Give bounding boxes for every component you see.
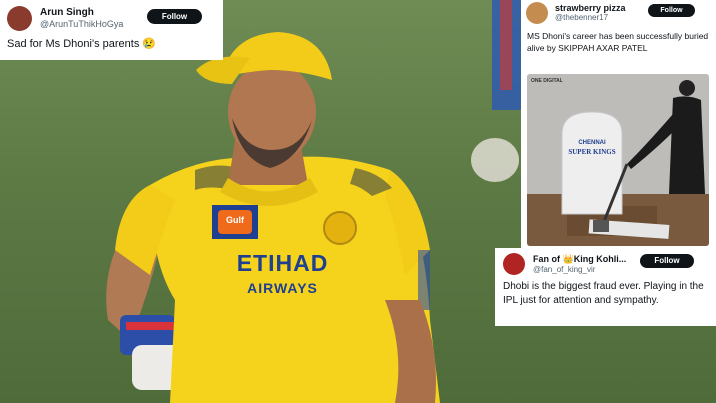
jersey-badge: Gulf — [226, 215, 244, 225]
tweet-media-image[interactable]: ONE DIGITAL CHENNAI SUPER KINGS — [527, 74, 709, 246]
tweet-card-arun-singh: Arun Singh @ArunTuThikHoGya Follow Sad f… — [0, 0, 223, 60]
tombstone-line1: CHENNAI — [578, 140, 606, 146]
tweet-text: Sad for Ms Dhoni's parents 😢 — [7, 38, 157, 50]
jersey-sponsor-main: ETIHAD — [236, 250, 329, 276]
follow-button[interactable]: Follow — [648, 4, 695, 17]
tweet-text: Dhobi is the biggest fraud ever. Playing… — [503, 281, 704, 306]
follow-button[interactable]: Follow — [640, 254, 694, 268]
jersey-sponsor-sub: AIRWAYS — [247, 280, 318, 296]
user-name[interactable]: Arun Singh — [40, 7, 94, 18]
user-name[interactable]: strawberry pizza — [555, 3, 626, 13]
follow-button[interactable]: Follow — [147, 9, 202, 24]
user-handle[interactable]: @ArunTuThikHoGya — [40, 19, 123, 29]
user-handle[interactable]: @thebenner17 — [555, 13, 608, 22]
avatar[interactable] — [7, 6, 32, 31]
user-name[interactable]: Fan of 👑King Kohli... — [533, 254, 626, 265]
tweet-card-fan-of-king-kohli: Fan of 👑King Kohli... @fan_of_king_vir F… — [495, 248, 716, 326]
avatar[interactable] — [503, 253, 525, 275]
tweet-card-strawberry-pizza: strawberry pizza @thebenner17 Follow MS … — [521, 0, 716, 250]
avatar[interactable] — [526, 2, 548, 24]
tombstone-line2: SUPER KINGS — [568, 148, 616, 156]
media-watermark: ONE DIGITAL — [531, 78, 563, 84]
user-handle[interactable]: @fan_of_king_vir — [533, 265, 595, 274]
tombstone-illustration — [527, 74, 709, 246]
tweet-text: MS Dhoni's career has been successfully … — [527, 31, 709, 53]
